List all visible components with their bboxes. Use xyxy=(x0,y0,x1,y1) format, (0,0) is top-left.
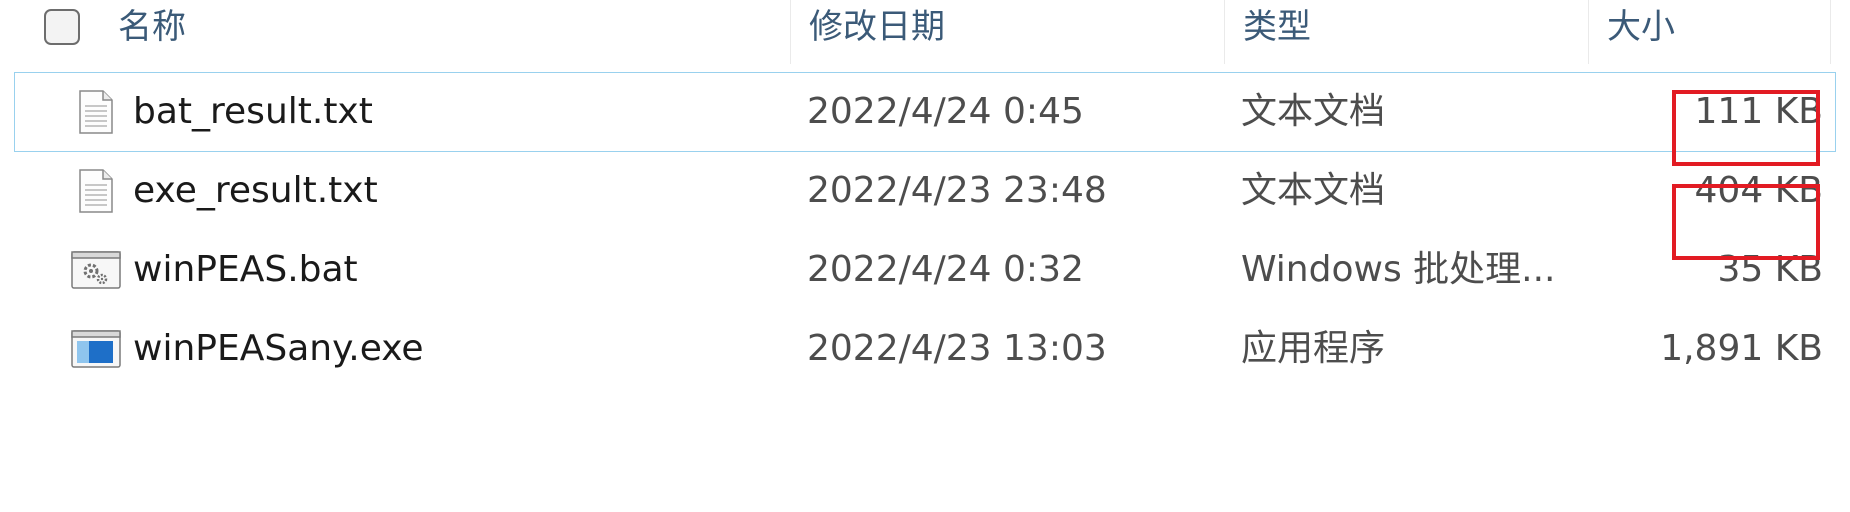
file-date-modified: 2022/4/23 13:03 xyxy=(807,328,1107,369)
file-date-modified: 2022/4/24 0:45 xyxy=(807,91,1084,132)
file-type: 文本文档 xyxy=(1241,91,1386,132)
file-row[interactable]: winPEASany.exe 2022/4/23 13:03 应用程序 1,89… xyxy=(14,309,1836,389)
file-date-modified: 2022/4/24 0:32 xyxy=(807,249,1084,290)
file-row[interactable]: exe_result.txt 2022/4/23 23:48 文本文档 404 … xyxy=(14,151,1836,231)
column-header-date-modified[interactable]: 修改日期 xyxy=(790,0,1224,64)
file-size: 1,891 KB xyxy=(1660,328,1823,369)
file-name[interactable]: bat_result.txt xyxy=(133,73,373,151)
size-highlight-box xyxy=(1672,184,1820,260)
column-header-name[interactable]: 名称 xyxy=(100,0,790,64)
file-row[interactable]: winPEAS.bat 2022/4/24 0:32 Windows 批处理..… xyxy=(14,230,1836,310)
file-name[interactable]: winPEAS.bat xyxy=(133,231,358,309)
batch-file-icon xyxy=(71,251,121,289)
select-all-checkbox[interactable] xyxy=(44,9,80,45)
column-divider xyxy=(1830,0,1831,64)
file-name[interactable]: exe_result.txt xyxy=(133,152,378,230)
file-type: Windows 批处理... xyxy=(1241,249,1556,290)
column-header-row: 名称 修改日期 类型 大小 xyxy=(0,0,1850,64)
application-icon xyxy=(71,330,121,368)
file-type: 应用程序 xyxy=(1241,328,1386,369)
file-type: 文本文档 xyxy=(1241,170,1386,211)
file-name[interactable]: winPEASany.exe xyxy=(133,310,424,388)
text-document-icon xyxy=(79,169,113,213)
text-document-icon xyxy=(79,90,113,134)
column-header-size[interactable]: 大小 xyxy=(1588,0,1830,64)
file-row[interactable]: bat_result.txt 2022/4/24 0:45 文本文档 111 K… xyxy=(14,72,1836,152)
size-highlight-box xyxy=(1672,90,1820,166)
column-header-type[interactable]: 类型 xyxy=(1224,0,1588,64)
file-date-modified: 2022/4/23 23:48 xyxy=(807,170,1107,211)
